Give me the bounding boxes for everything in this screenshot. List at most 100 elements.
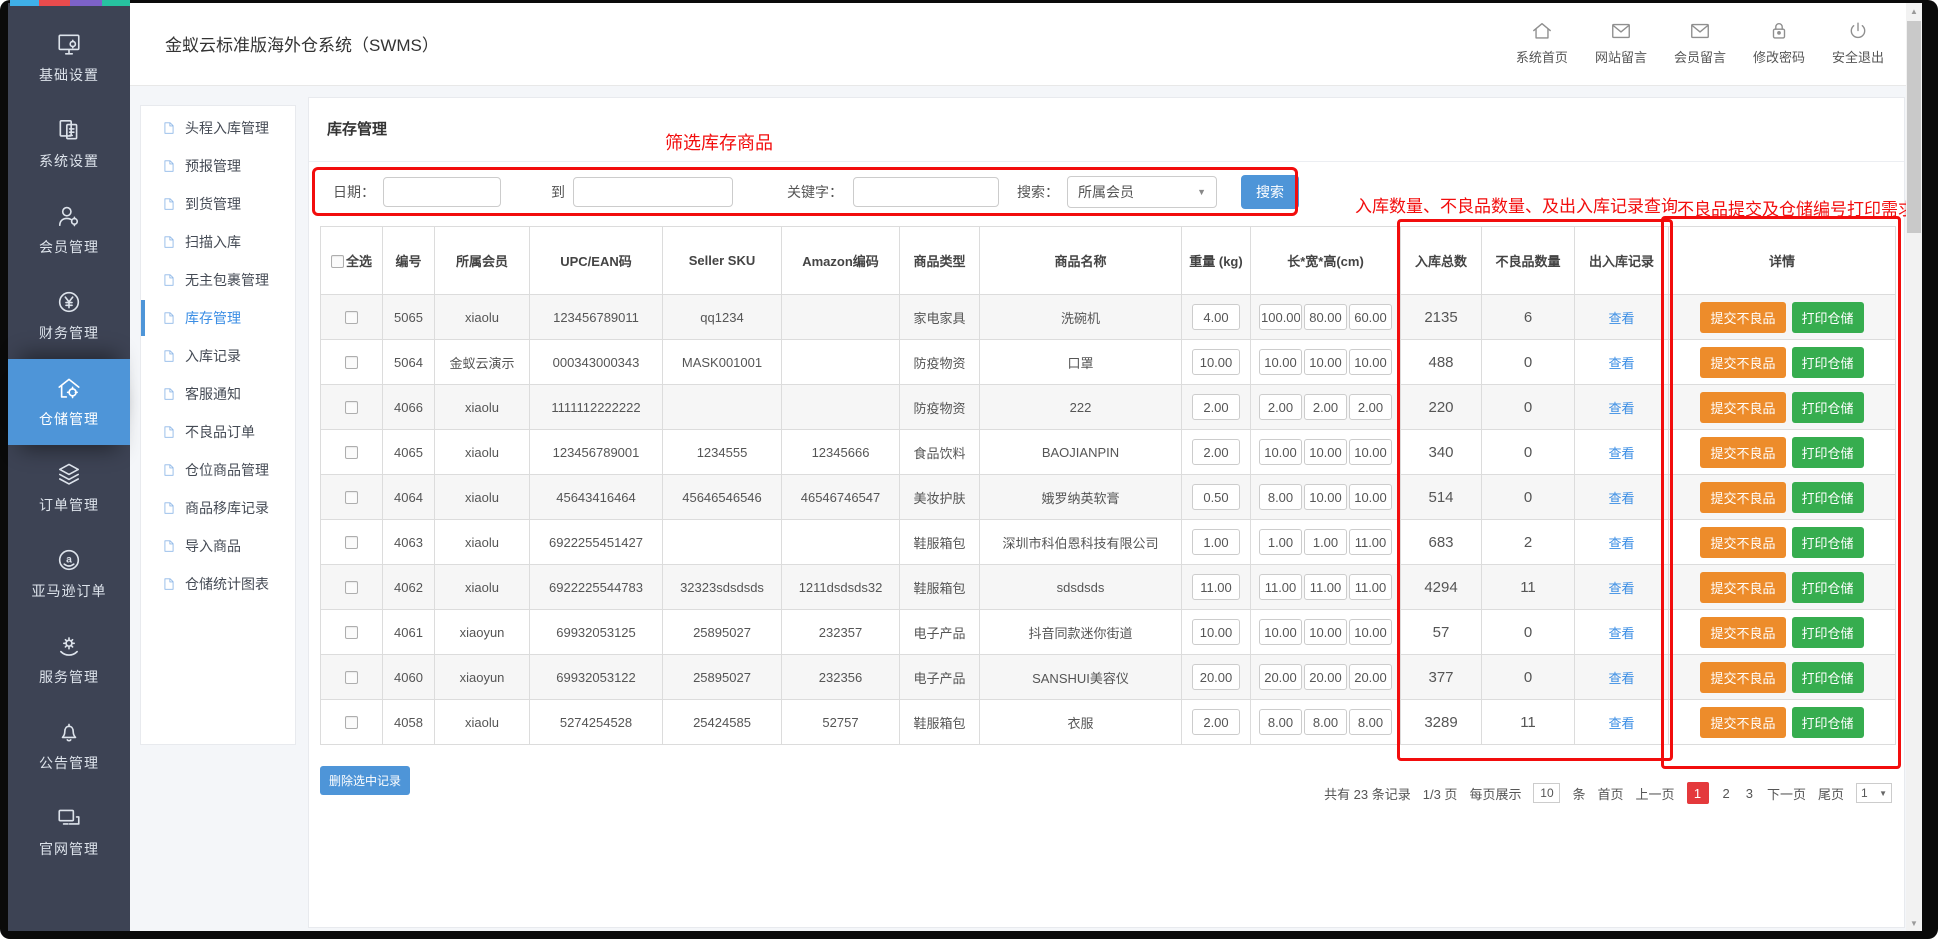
length-input[interactable] xyxy=(1259,574,1302,600)
view-records-link[interactable]: 查看 xyxy=(1608,626,1634,641)
height-input[interactable] xyxy=(1349,304,1392,330)
print-warehouse-button[interactable]: 打印仓储 xyxy=(1792,617,1864,648)
print-warehouse-button[interactable]: 打印仓储 xyxy=(1792,572,1864,603)
row-checkbox[interactable] xyxy=(345,581,358,594)
submenu-item[interactable]: 不良品订单 xyxy=(141,413,295,451)
sidebar-item[interactable]: 订单管理 xyxy=(8,445,130,531)
width-input[interactable] xyxy=(1304,304,1347,330)
submenu-item[interactable]: 到货管理 xyxy=(141,185,295,223)
weight-input[interactable] xyxy=(1192,619,1240,645)
scroll-down-arrow[interactable]: ▼ xyxy=(1906,915,1922,931)
first-page-link[interactable]: 首页 xyxy=(1597,784,1623,803)
row-checkbox[interactable] xyxy=(345,401,358,414)
print-warehouse-button[interactable]: 打印仓储 xyxy=(1792,482,1864,513)
sidebar-item[interactable]: 系统设置 xyxy=(8,101,130,187)
sidebar-item[interactable]: 会员管理 xyxy=(8,187,130,273)
width-input[interactable] xyxy=(1304,349,1347,375)
height-input[interactable] xyxy=(1349,484,1392,510)
submit-defective-button[interactable]: 提交不良品 xyxy=(1700,527,1785,558)
submit-defective-button[interactable]: 提交不良品 xyxy=(1700,572,1785,603)
print-warehouse-button[interactable]: 打印仓储 xyxy=(1792,707,1864,738)
length-input[interactable] xyxy=(1259,439,1302,465)
row-checkbox[interactable] xyxy=(345,491,358,504)
width-input[interactable] xyxy=(1304,709,1347,735)
submenu-item[interactable]: 库存管理 xyxy=(141,299,295,337)
submit-defective-button[interactable]: 提交不良品 xyxy=(1700,437,1785,468)
submenu-item[interactable]: 客服通知 xyxy=(141,375,295,413)
print-warehouse-button[interactable]: 打印仓储 xyxy=(1792,662,1864,693)
weight-input[interactable] xyxy=(1192,529,1240,555)
width-input[interactable] xyxy=(1304,664,1347,690)
view-records-link[interactable]: 查看 xyxy=(1608,581,1634,596)
row-checkbox[interactable] xyxy=(345,446,358,459)
weight-input[interactable] xyxy=(1192,304,1240,330)
height-input[interactable] xyxy=(1349,709,1392,735)
height-input[interactable] xyxy=(1349,439,1392,465)
print-warehouse-button[interactable]: 打印仓储 xyxy=(1792,302,1864,333)
view-records-link[interactable]: 查看 xyxy=(1608,536,1634,551)
vertical-scrollbar[interactable]: ▲ ▼ xyxy=(1906,3,1922,931)
scroll-up-arrow[interactable]: ▲ xyxy=(1906,3,1922,19)
print-warehouse-button[interactable]: 打印仓储 xyxy=(1792,392,1864,423)
topbar-action[interactable]: 网站留言 xyxy=(1595,20,1647,66)
keyword-input[interactable] xyxy=(853,177,999,207)
print-warehouse-button[interactable]: 打印仓储 xyxy=(1792,527,1864,558)
view-records-link[interactable]: 查看 xyxy=(1608,491,1634,506)
height-input[interactable] xyxy=(1349,664,1392,690)
sidebar-item[interactable]: 基础设置 xyxy=(8,15,130,101)
length-input[interactable] xyxy=(1259,349,1302,375)
height-input[interactable] xyxy=(1349,574,1392,600)
width-input[interactable] xyxy=(1304,619,1347,645)
per-page-input[interactable] xyxy=(1533,783,1560,803)
submenu-item[interactable]: 仓储统计图表 xyxy=(141,565,295,603)
page-number[interactable]: 3 xyxy=(1744,786,1755,801)
topbar-action[interactable]: 系统首页 xyxy=(1516,20,1568,66)
page-jump-select[interactable]: 1 ▼ xyxy=(1856,783,1892,803)
weight-input[interactable] xyxy=(1192,349,1240,375)
sidebar-item[interactable]: 服务管理 xyxy=(8,617,130,703)
weight-input[interactable] xyxy=(1192,394,1240,420)
date-from-input[interactable] xyxy=(383,177,501,207)
sidebar-item[interactable]: 官网管理 xyxy=(8,789,130,875)
submenu-item[interactable]: 预报管理 xyxy=(141,147,295,185)
view-records-link[interactable]: 查看 xyxy=(1608,671,1634,686)
width-input[interactable] xyxy=(1304,439,1347,465)
weight-input[interactable] xyxy=(1192,574,1240,600)
width-input[interactable] xyxy=(1304,484,1347,510)
print-warehouse-button[interactable]: 打印仓储 xyxy=(1792,347,1864,378)
sidebar-item[interactable]: 仓储管理 xyxy=(8,359,130,445)
width-input[interactable] xyxy=(1304,394,1347,420)
last-page-link[interactable]: 尾页 xyxy=(1818,784,1844,803)
view-records-link[interactable]: 查看 xyxy=(1608,401,1634,416)
search-button[interactable]: 搜索 xyxy=(1241,175,1299,209)
next-page-link[interactable]: 下一页 xyxy=(1767,784,1806,803)
submit-defective-button[interactable]: 提交不良品 xyxy=(1700,392,1785,423)
member-select[interactable]: 所属会员 ▼ xyxy=(1067,176,1217,208)
topbar-action[interactable]: 会员留言 xyxy=(1674,20,1726,66)
submit-defective-button[interactable]: 提交不良品 xyxy=(1700,662,1785,693)
view-records-link[interactable]: 查看 xyxy=(1608,446,1634,461)
topbar-action[interactable]: 安全退出 xyxy=(1832,20,1884,66)
scrollbar-thumb[interactable] xyxy=(1907,21,1921,233)
submenu-item[interactable]: 头程入库管理 xyxy=(141,109,295,147)
select-all-checkbox[interactable] xyxy=(331,255,344,268)
page-number[interactable]: 2 xyxy=(1721,786,1732,801)
weight-input[interactable] xyxy=(1192,484,1240,510)
width-input[interactable] xyxy=(1304,529,1347,555)
prev-page-link[interactable]: 上一页 xyxy=(1635,784,1674,803)
sidebar-item[interactable]: 财务管理 xyxy=(8,273,130,359)
row-checkbox[interactable] xyxy=(345,536,358,549)
submit-defective-button[interactable]: 提交不良品 xyxy=(1700,482,1785,513)
submit-defective-button[interactable]: 提交不良品 xyxy=(1700,707,1785,738)
length-input[interactable] xyxy=(1259,709,1302,735)
length-input[interactable] xyxy=(1259,394,1302,420)
length-input[interactable] xyxy=(1259,304,1302,330)
width-input[interactable] xyxy=(1304,574,1347,600)
delete-selected-button[interactable]: 删除选中记录 xyxy=(320,766,410,795)
height-input[interactable] xyxy=(1349,394,1392,420)
submit-defective-button[interactable]: 提交不良品 xyxy=(1700,617,1785,648)
print-warehouse-button[interactable]: 打印仓储 xyxy=(1792,437,1864,468)
row-checkbox[interactable] xyxy=(345,671,358,684)
sidebar-item[interactable]: 公告管理 xyxy=(8,703,130,789)
view-records-link[interactable]: 查看 xyxy=(1608,311,1634,326)
